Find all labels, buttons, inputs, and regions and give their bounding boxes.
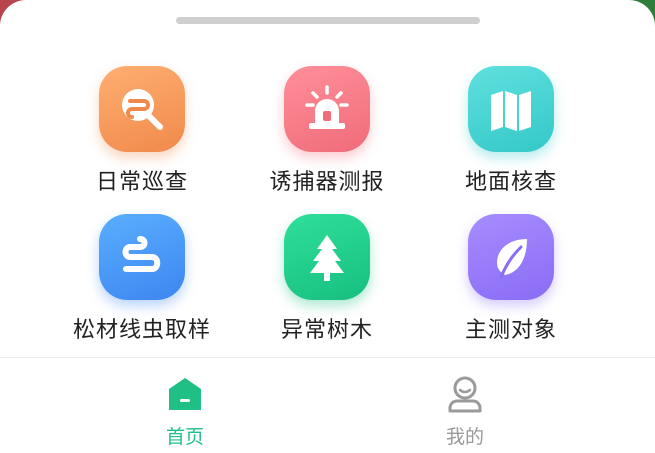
grid-item-label: 松材线虫取样 bbox=[72, 318, 211, 343]
grid-item-label: 诱捕器测报 bbox=[269, 170, 385, 195]
grid-item-label: 异常树木 bbox=[280, 318, 373, 343]
bottom-tab-bar: 首页 我的 bbox=[0, 358, 655, 453]
grid-item-main-targets[interactable]: 主测对象 bbox=[421, 214, 601, 354]
sheet-drag-handle[interactable] bbox=[176, 17, 480, 24]
map-icon bbox=[468, 66, 554, 152]
grid-item-nematode-sampling[interactable]: 松材线虫取样 bbox=[52, 214, 232, 354]
grid-item-label: 地面核查 bbox=[464, 170, 557, 195]
pine-tree-icon bbox=[284, 214, 370, 300]
tab-mine[interactable]: 我的 bbox=[365, 358, 565, 453]
tab-mine-label: 我的 bbox=[445, 426, 484, 448]
user-icon bbox=[445, 375, 485, 413]
alarm-light-icon bbox=[284, 66, 370, 152]
bottom-sheet: 日常巡查 诱捕器测报 地面核查 松材线虫取样 异常树木 主测对象 首页 我的 bbox=[0, 0, 655, 453]
grid-item-daily-patrol[interactable]: 日常巡查 bbox=[52, 66, 232, 206]
grid-item-ground-check[interactable]: 地面核查 bbox=[421, 66, 601, 206]
function-grid: 日常巡查 诱捕器测报 地面核查 松材线虫取样 异常树木 主测对象 bbox=[0, 66, 655, 346]
grid-item-label: 主测对象 bbox=[464, 318, 557, 343]
grid-item-abnormal-trees[interactable]: 异常树木 bbox=[237, 214, 417, 354]
search-icon bbox=[99, 66, 185, 152]
grid-item-trap-report[interactable]: 诱捕器测报 bbox=[237, 66, 417, 206]
worm-icon bbox=[99, 214, 185, 300]
grid-item-label: 日常巡查 bbox=[95, 170, 188, 195]
tab-home-label: 首页 bbox=[165, 426, 204, 448]
home-icon bbox=[165, 375, 205, 413]
tab-home[interactable]: 首页 bbox=[85, 358, 285, 453]
leaf-icon bbox=[468, 214, 554, 300]
